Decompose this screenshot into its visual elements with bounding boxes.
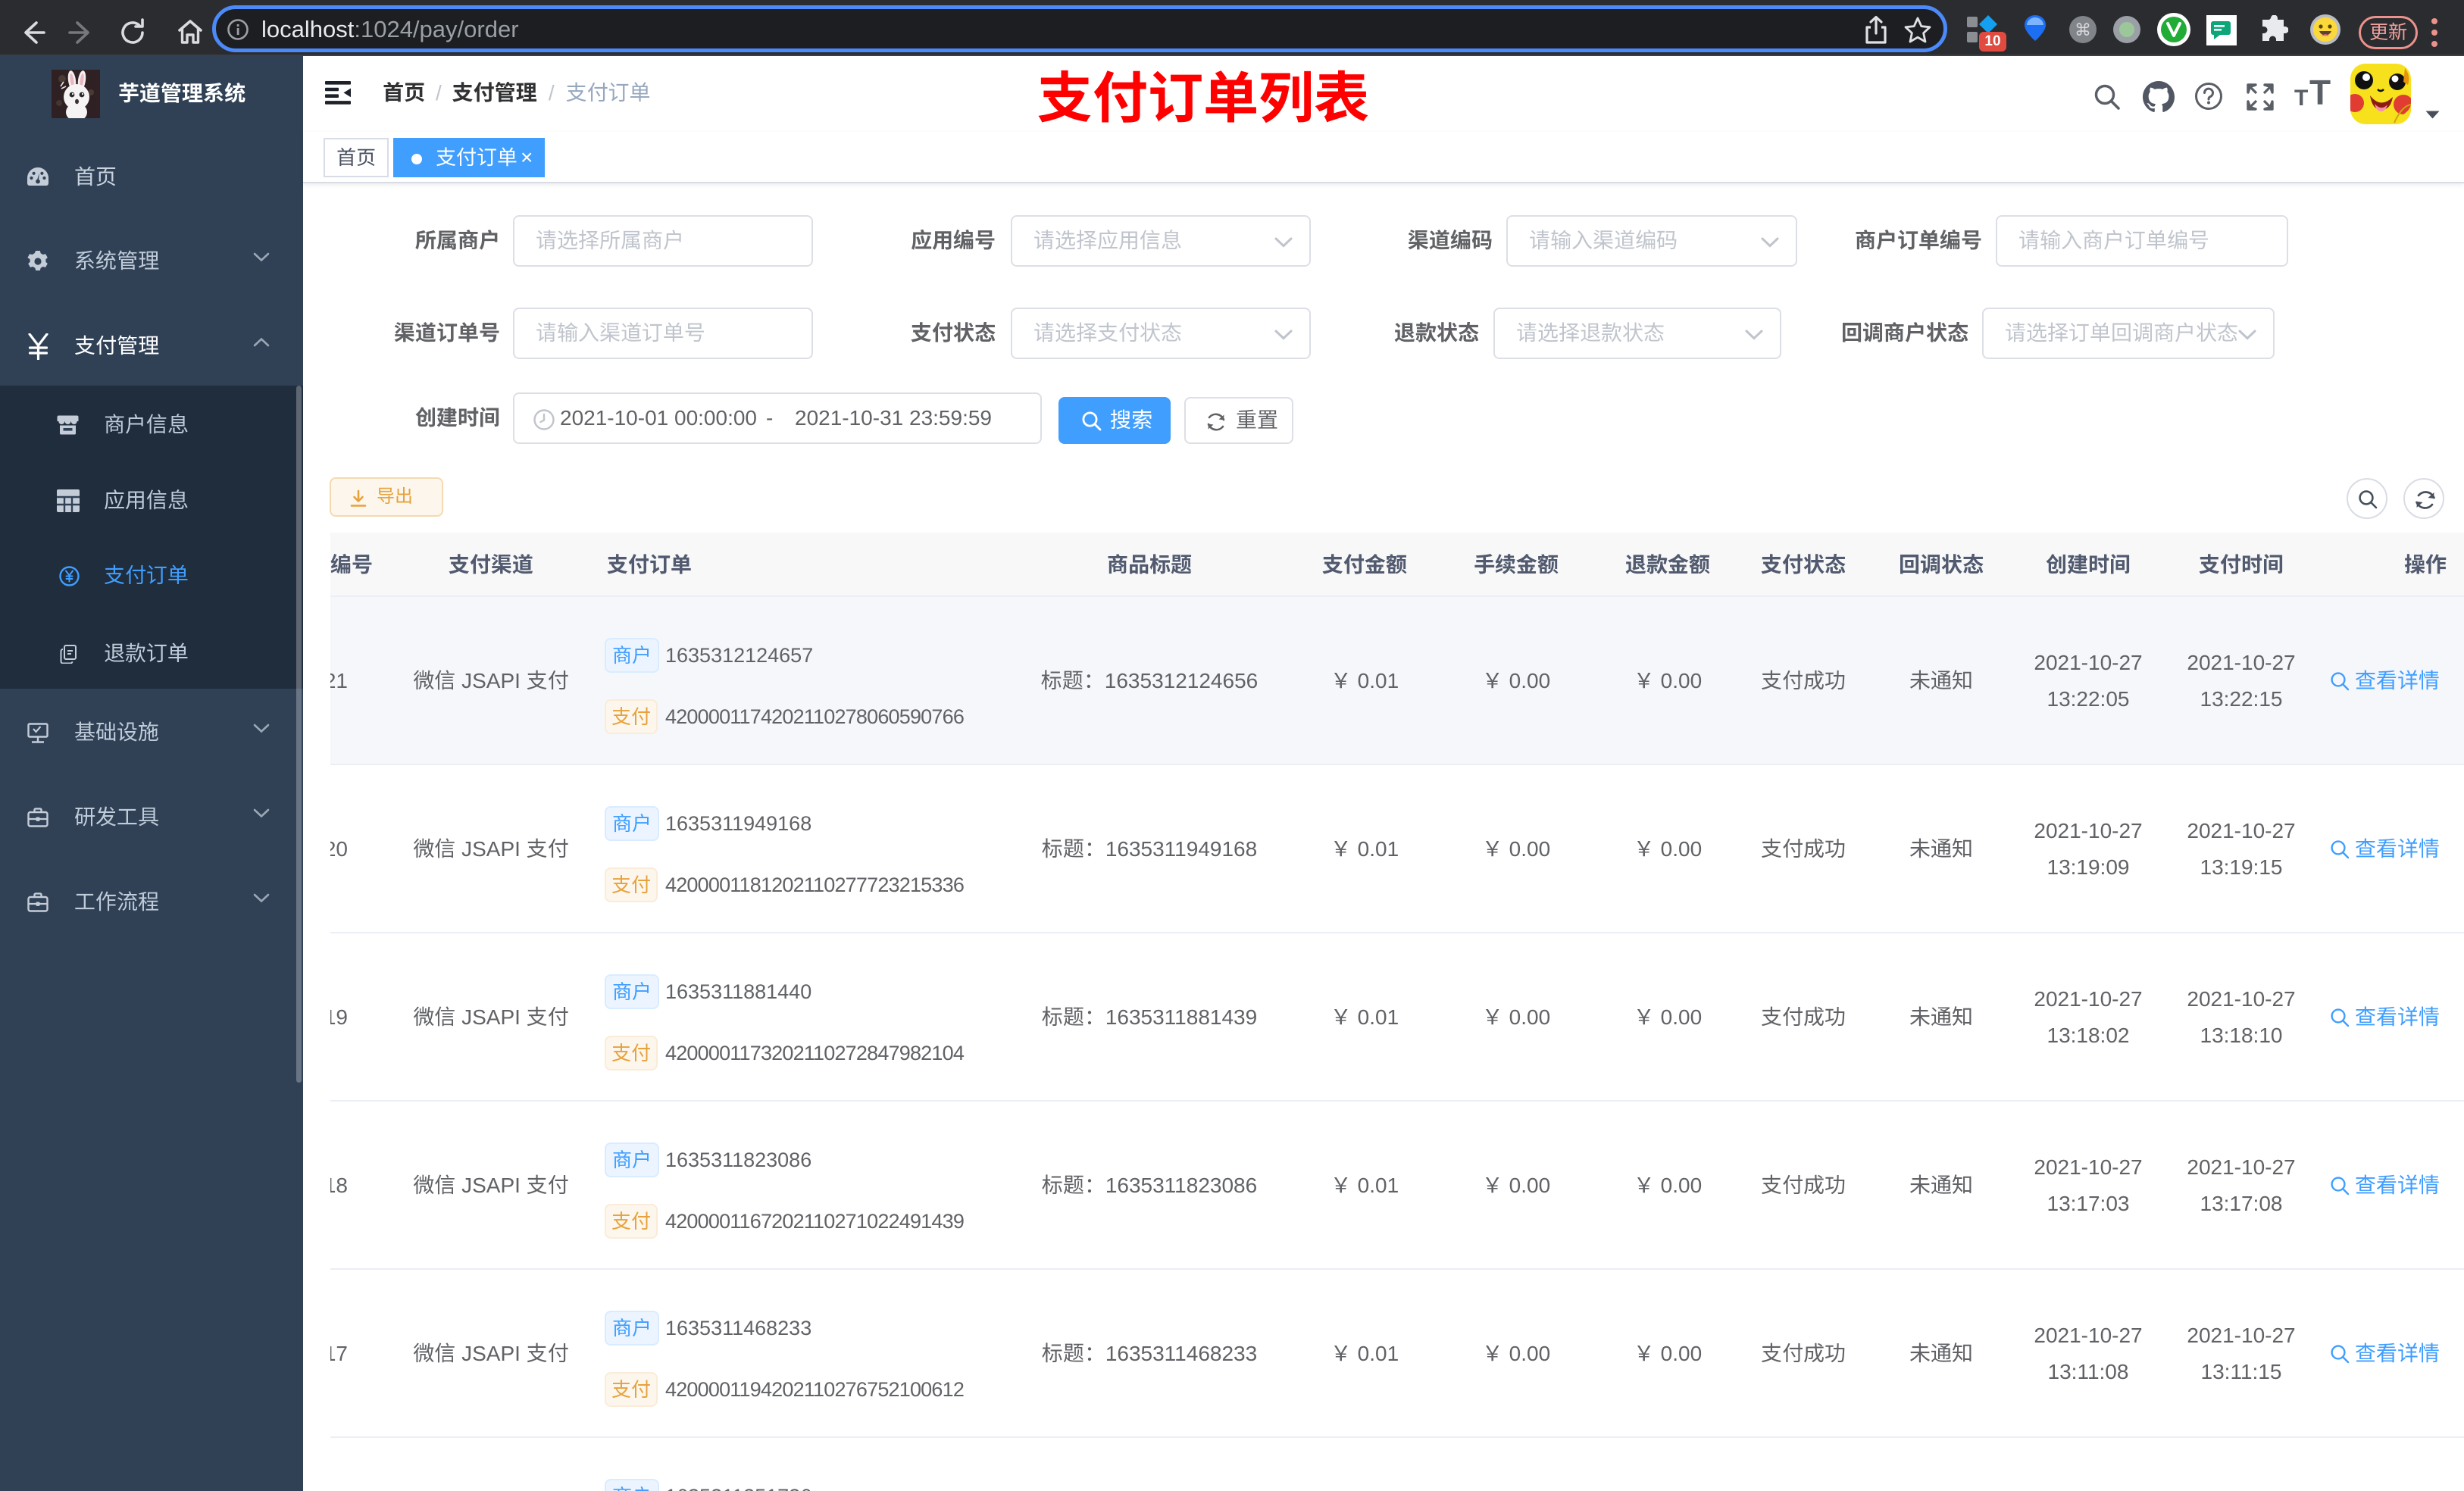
svg-text:⌘: ⌘ — [2075, 20, 2091, 39]
